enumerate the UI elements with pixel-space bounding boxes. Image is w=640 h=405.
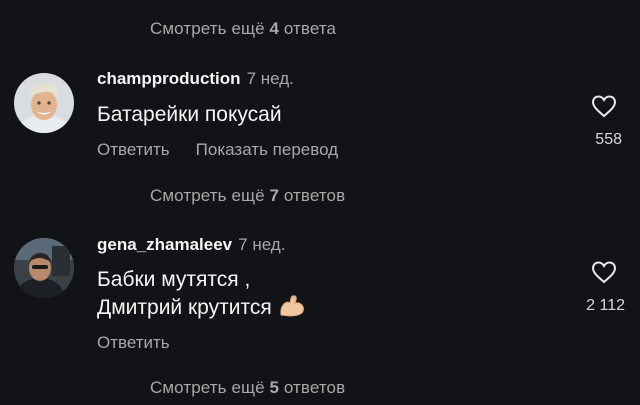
comment-text-line: Батарейки покусай — [97, 103, 282, 126]
show-translation-button[interactable]: Показать перевод — [196, 140, 338, 159]
view-more-count: 4 — [269, 19, 280, 38]
view-more-suffix: ответов — [279, 186, 346, 205]
view-more-count: 7 — [269, 186, 280, 205]
comment-actions: Ответить Показать перевод — [97, 140, 338, 160]
comment-text: Батарейки покусай — [97, 101, 282, 129]
view-more-suffix: ответа — [279, 19, 337, 38]
comment-meta: gena_zhamaleev 7 нед. — [97, 235, 285, 255]
like-count: 2 112 — [586, 297, 625, 314]
like-count: 558 — [595, 131, 622, 148]
comment-actions: Ответить — [97, 333, 170, 353]
reply-button[interactable]: Ответить — [97, 333, 170, 352]
comment-age: 7 нед. — [246, 69, 294, 88]
view-more-prefix: Смотреть ещё — [150, 186, 270, 205]
flexed-biceps-emoji-icon — [278, 294, 306, 326]
username[interactable]: gena_zhamaleev — [97, 235, 232, 254]
heart-outline-icon — [591, 95, 617, 118]
like-button[interactable] — [580, 94, 628, 118]
avatar-image — [14, 238, 74, 298]
username[interactable]: champproduction — [97, 69, 241, 88]
like-button[interactable] — [580, 260, 628, 284]
avatar[interactable] — [14, 238, 74, 298]
view-more-replies-button[interactable]: Смотреть ещё 4 ответа — [150, 19, 336, 39]
comment-text-line-2: Дмитрий крутится — [97, 294, 306, 326]
comment-text-line: Дмитрий крутится — [97, 296, 272, 319]
comment-text: Бабки мутятся , Дмитрий крутится — [97, 266, 306, 326]
comment-meta: champproduction 7 нед. — [97, 69, 294, 89]
view-more-replies-button[interactable]: Смотреть ещё 5 ответов — [150, 378, 345, 398]
view-more-prefix: Смотреть ещё — [150, 378, 270, 397]
reply-button[interactable]: Ответить — [97, 140, 170, 159]
view-more-prefix: Смотреть ещё — [150, 19, 270, 38]
avatar-image — [14, 73, 74, 133]
avatar[interactable] — [14, 73, 74, 133]
view-more-suffix: ответов — [279, 378, 346, 397]
comment-text-line: Бабки мутятся , — [97, 268, 251, 291]
view-more-count: 5 — [269, 378, 280, 397]
view-more-replies-button[interactable]: Смотреть ещё 7 ответов — [150, 186, 345, 206]
heart-outline-icon — [591, 261, 617, 284]
comment-age: 7 нед. — [238, 235, 286, 254]
